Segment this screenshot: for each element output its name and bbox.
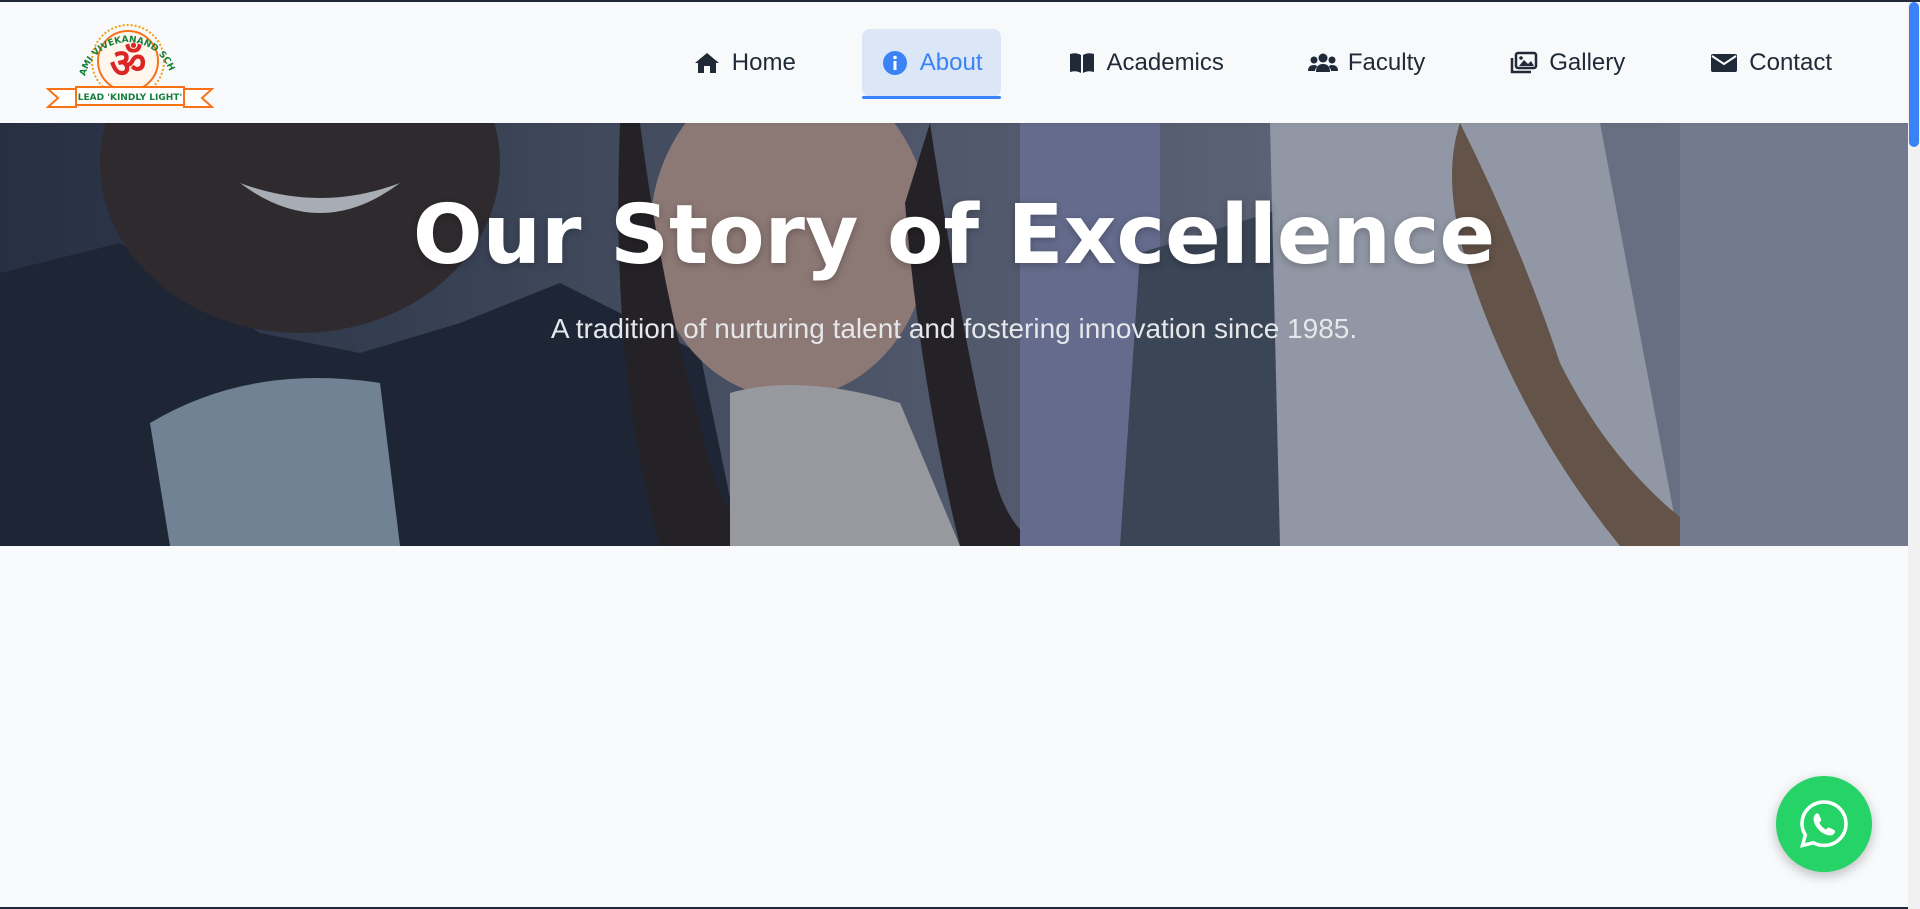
hero-banner: Our Story of Excellence A tradition of n… xyxy=(0,123,1908,546)
nav-label-faculty: Faculty xyxy=(1347,48,1426,76)
nav-label-contact: Contact xyxy=(1749,48,1832,76)
nav-item-home[interactable]: Home xyxy=(674,29,814,97)
nav-label-gallery: Gallery xyxy=(1549,48,1626,76)
envelope-icon xyxy=(1709,49,1739,77)
page-scrollbar[interactable] xyxy=(1908,2,1920,909)
nav-label-home: Home xyxy=(731,48,796,76)
school-logo[interactable]: ॐ SWAMI VIVEKANAND SCHOOL LEAD 'KINDLY L… xyxy=(46,13,214,113)
svg-text:LEAD 'KINDLY LIGHT': LEAD 'KINDLY LIGHT' xyxy=(78,93,182,103)
nav-item-faculty[interactable]: Faculty xyxy=(1290,29,1443,97)
nav-item-gallery[interactable]: Gallery xyxy=(1491,29,1643,97)
hero-subtitle: A tradition of nurturing talent and fost… xyxy=(550,313,1358,344)
whatsapp-button[interactable] xyxy=(1776,776,1872,872)
page-title: Our Story of Excellence xyxy=(412,188,1496,283)
page: ॐ SWAMI VIVEKANAND SCHOOL LEAD 'KINDLY L… xyxy=(0,0,1920,909)
top-border xyxy=(0,0,1920,2)
navbar: ॐ SWAMI VIVEKANAND SCHOOL LEAD 'KINDLY L… xyxy=(0,2,1908,123)
nav-item-academics[interactable]: Academics xyxy=(1049,29,1242,97)
book-icon xyxy=(1067,49,1097,77)
svg-text:ॐ: ॐ xyxy=(110,41,146,87)
info-icon xyxy=(880,49,910,77)
users-icon xyxy=(1307,49,1338,77)
images-icon xyxy=(1509,49,1539,77)
nav-label-about: About xyxy=(919,48,983,76)
main-nav: Home About Academics Faculty Gallery Con… xyxy=(674,2,1908,123)
scrollbar-thumb[interactable] xyxy=(1909,2,1919,147)
home-icon xyxy=(692,49,722,77)
whatsapp-icon xyxy=(1798,798,1850,850)
nav-label-academics: Academics xyxy=(1106,48,1224,76)
nav-item-about[interactable]: About xyxy=(861,28,1001,99)
nav-item-contact[interactable]: Contact xyxy=(1691,29,1850,97)
